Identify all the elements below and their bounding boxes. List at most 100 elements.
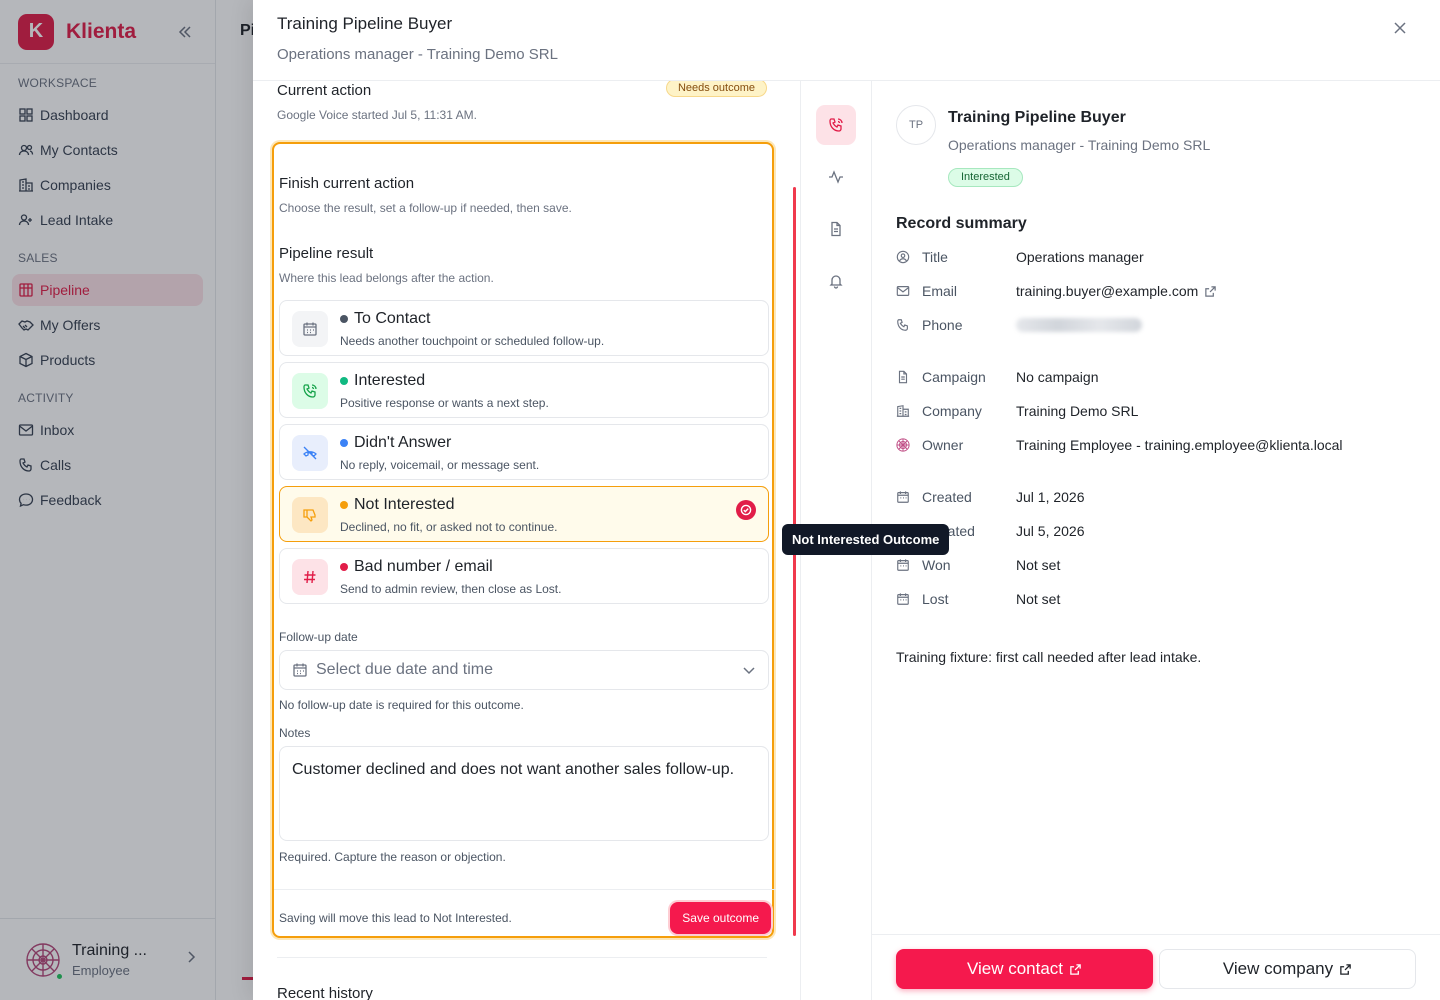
summary-key: Won — [922, 557, 951, 573]
hash-icon — [292, 559, 328, 595]
status-dot — [340, 315, 348, 323]
outcome-subtitle: Choose the result, set a follow-up if ne… — [279, 201, 572, 215]
current-action: Current action Google Voice started Jul … — [277, 81, 767, 122]
outcome-option-interested[interactable]: Interested Positive response or wants a … — [279, 362, 769, 418]
divider — [277, 957, 767, 958]
recent-history-title: Recent history — [277, 985, 373, 1000]
phone-call-icon — [292, 373, 328, 409]
close-icon[interactable] — [1390, 18, 1410, 38]
phone-off-icon — [292, 435, 328, 471]
save-outcome-button[interactable]: Save outcome — [670, 902, 771, 934]
notes-helper: Required. Capture the reason or objectio… — [279, 850, 506, 864]
option-title: To Contact — [354, 310, 431, 327]
summary-key: Company — [922, 403, 982, 419]
notes-field[interactable]: Customer declined and does not want anot… — [279, 746, 769, 841]
view-company-button[interactable]: View company — [1159, 949, 1416, 989]
summary-value: Not set — [1016, 557, 1061, 573]
external-link-icon — [1070, 963, 1081, 975]
summary-key: Phone — [922, 317, 963, 333]
email-link[interactable]: training.buyer@example.com — [1016, 283, 1198, 299]
outcome-option-didnt-answer[interactable]: Didn't Answer No reply, voicemail, or me… — [279, 424, 769, 480]
drawer-title: Training Pipeline Buyer — [277, 14, 453, 33]
chevron-down-icon — [743, 667, 755, 675]
summary-key: Email — [922, 283, 958, 299]
outcome-footer: Saving will move this lead to Not Intere… — [274, 889, 776, 936]
tab-activity[interactable] — [816, 157, 856, 197]
tab-notes[interactable] — [816, 209, 856, 249]
bell-icon — [829, 275, 843, 289]
followup-date-select[interactable]: Select due date and time — [279, 650, 769, 690]
file-icon — [898, 370, 908, 384]
option-title: Interested — [354, 372, 426, 389]
status-dot — [340, 439, 348, 447]
followup-placeholder: Select due date and time — [316, 661, 494, 678]
summary-value: Jul 1, 2026 — [1016, 489, 1085, 505]
option-description: Positive response or wants a next step. — [340, 396, 549, 410]
outcome-title: Finish current action — [279, 175, 415, 192]
summary-row-won: Won Not set — [896, 555, 1416, 575]
summary-value: Operations manager — [1016, 249, 1144, 265]
status-dot — [340, 563, 348, 571]
followup-label: Follow-up date — [279, 630, 358, 644]
calendar-icon — [897, 559, 909, 571]
option-description: Needs another touchpoint or scheduled fo… — [340, 334, 605, 348]
owner-avatar-icon — [896, 438, 910, 452]
summary-key: Lost — [922, 591, 949, 607]
calendar-icon — [897, 491, 909, 503]
followup-helper: No follow-up date is required for this o… — [279, 698, 524, 712]
summary-row-campaign: Campaign No campaign — [896, 367, 1416, 387]
record-name: Training Pipeline Buyer — [948, 109, 1126, 126]
tab-reminders[interactable] — [816, 261, 856, 301]
option-title: Didn't Answer — [354, 434, 452, 451]
record-panel: TP Training Pipeline Buyer Operations ma… — [872, 81, 1440, 1000]
external-link-icon[interactable] — [1204, 285, 1217, 298]
record-footer: View contact View company — [872, 934, 1440, 1000]
summary-row-created: Created Jul 1, 2026 — [896, 487, 1416, 507]
tab-call[interactable] — [816, 105, 856, 145]
phone-call-icon — [829, 118, 843, 132]
scrollbar[interactable] — [793, 187, 796, 936]
summary-key: Campaign — [922, 369, 986, 385]
record-note: Training fixture: first call needed afte… — [896, 649, 1202, 665]
option-title: Not Interested — [354, 496, 455, 513]
building-icon — [896, 405, 910, 417]
status-dot — [340, 501, 348, 509]
option-description: Declined, no fit, or asked not to contin… — [340, 520, 558, 534]
record-subtitle: Operations manager - Training Demo SRL — [948, 137, 1211, 153]
calendar-icon — [293, 663, 307, 677]
tooltip: Not Interested Outcome — [782, 524, 950, 555]
summary-value: Not set — [1016, 591, 1061, 607]
redacted-phone — [1016, 318, 1142, 332]
summary-row-lost: Lost Not set — [896, 589, 1416, 609]
outcome-option-bad-number[interactable]: Bad number / email Send to admin review,… — [279, 548, 769, 604]
notes-label: Notes — [279, 726, 311, 740]
pipeline-result-subtitle: Where this lead belongs after the action… — [279, 271, 494, 285]
view-contact-button[interactable]: View contact — [896, 949, 1153, 989]
calendar-icon — [292, 311, 328, 347]
summary-key: Title — [922, 249, 948, 265]
file-icon — [831, 221, 841, 237]
external-link-icon — [1340, 963, 1351, 975]
user-circle-icon — [896, 250, 910, 264]
action-panel: Current action Google Voice started Jul … — [253, 81, 801, 1000]
summary-row-email: Email training.buyer@example.com — [896, 281, 1416, 301]
button-label: View company — [1222, 959, 1334, 978]
mail-icon — [896, 286, 910, 296]
summary-value: Training Demo SRL — [1016, 403, 1139, 419]
drawer-header: Training Pipeline Buyer Operations manag… — [253, 0, 1440, 81]
summary-row-phone: Phone — [896, 315, 1416, 335]
summary-row-title: Title Operations manager — [896, 247, 1416, 267]
calendar-icon — [897, 593, 909, 605]
summary-value: Jul 5, 2026 — [1016, 523, 1085, 539]
activity-icon — [829, 170, 843, 184]
avatar: TP — [896, 105, 936, 145]
record-summary-title: Record summary — [896, 215, 1027, 232]
outcome-option-to-contact[interactable]: To Contact Needs another touchpoint or s… — [279, 300, 769, 356]
lead-drawer: Training Pipeline Buyer Operations manag… — [253, 0, 1440, 1000]
outcome-option-not-interested[interactable]: Not Interested Declined, no fit, or aske… — [279, 486, 769, 542]
summary-row-owner: Owner Training Employee - training.emplo… — [896, 435, 1416, 455]
phone-icon — [897, 319, 908, 331]
summary-row-company: Company Training Demo SRL — [896, 401, 1416, 421]
option-description: Send to admin review, then close as Lost… — [340, 582, 562, 596]
summary-row-updated: Updated Jul 5, 2026 — [896, 521, 1416, 541]
